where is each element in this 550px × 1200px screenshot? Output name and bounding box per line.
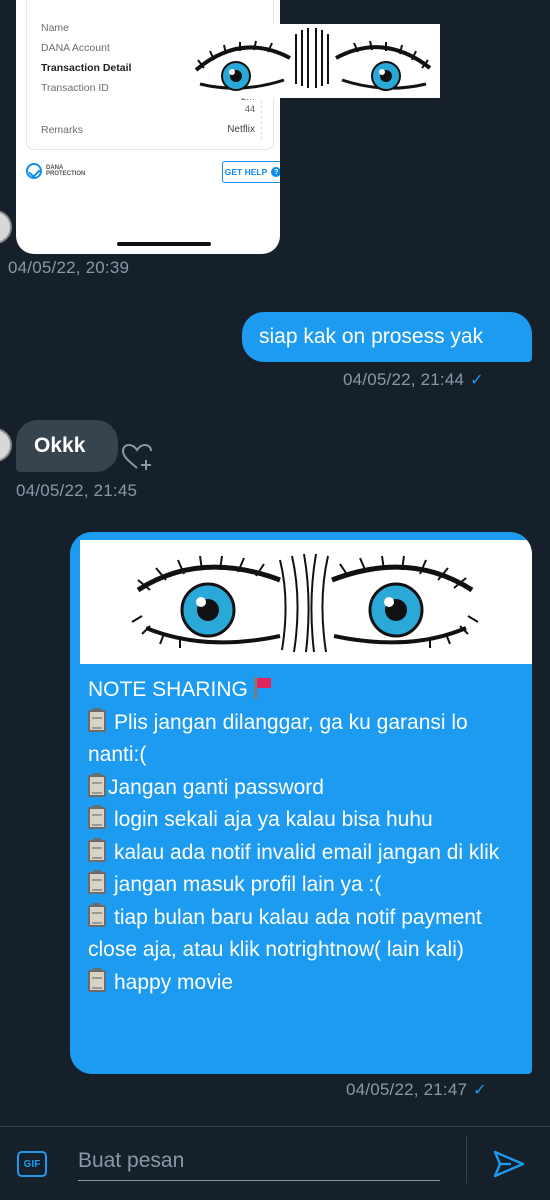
- receipt-edge: [261, 100, 269, 140]
- note-item: login sekali aja ya kalau bisa huhu: [88, 804, 520, 837]
- note-item-text: login sekali aja ya kalau bisa huhu: [114, 808, 433, 831]
- divider: [466, 1135, 467, 1183]
- get-help-button: GET HELP ?: [222, 161, 280, 183]
- gif-button[interactable]: GIF: [17, 1151, 47, 1177]
- message-bubble-note[interactable]: NOTE SHARING Plis jangan dilanggar, ga k…: [70, 532, 532, 1074]
- note-item: Jangan ganti password: [88, 772, 520, 805]
- eyes-sticker-small: [186, 24, 440, 98]
- receipt-transaction-detail-label: Transaction Detail: [41, 62, 132, 74]
- gif-label: GIF: [23, 1158, 41, 1170]
- clipboard-icon: [88, 870, 106, 894]
- note-item-text: kalau ada notif invalid email jangan di …: [114, 840, 500, 864]
- note-item-text: tiap bulan baru kalau ada notif payment …: [88, 905, 482, 962]
- read-check-icon: ✓: [473, 1082, 487, 1099]
- note-item: jangan masuk profil lain ya :(: [88, 869, 520, 902]
- note-text: NOTE SHARING Plis jangan dilanggar, ga k…: [88, 674, 520, 999]
- receipt-name-label: Name: [41, 22, 70, 34]
- note-item: kalau ada notif invalid email jangan di …: [88, 837, 520, 870]
- clipboard-icon: [88, 772, 106, 797]
- timestamp: 04/05/22, 21:44: [343, 370, 465, 389]
- note-item-text: Plis jangan dilanggar, ga ku garansi lo …: [88, 710, 468, 767]
- send-icon: [493, 1150, 525, 1178]
- red-flag-icon: [253, 677, 272, 699]
- note-item: tiap bulan baru kalau ada notif payment …: [88, 902, 520, 967]
- clipboard-icon: [88, 902, 106, 927]
- clipboard-icon: [88, 805, 106, 829]
- read-check-icon: ✓: [470, 372, 484, 389]
- message-input[interactable]: [78, 1141, 440, 1181]
- message-bubble-outgoing[interactable]: siap kak on prosess yak: [242, 312, 532, 362]
- shield-check-icon: [26, 163, 42, 179]
- clipboard-icon: [88, 967, 106, 992]
- eyes-sticker-large: [80, 540, 532, 664]
- avatar[interactable]: [0, 210, 12, 244]
- note-title: NOTE SHARING: [88, 678, 248, 701]
- receipt-dana-account-label: DANA Account: [41, 42, 110, 54]
- receipt-transaction-id-value-2: 44: [244, 104, 255, 114]
- timestamp: 04/05/22, 21:47: [346, 1080, 468, 1099]
- dana-protection-line2: PROTECTION: [46, 171, 86, 177]
- avatar[interactable]: [0, 428, 12, 462]
- note-item: Plis jangan dilanggar, ga ku garansi lo …: [88, 707, 520, 772]
- message-text: siap kak on prosess yak: [259, 325, 484, 348]
- note-item: happy movie: [88, 967, 520, 1000]
- timestamp-row: 04/05/22, 21:47 ✓: [346, 1080, 487, 1100]
- dana-protection-line1: DANA: [46, 164, 64, 171]
- react-heart-add-icon[interactable]: [120, 442, 156, 472]
- receipt-remarks-label: Remarks: [41, 124, 84, 136]
- receipt-transaction-id-label: Transaction ID: [41, 82, 109, 94]
- message-composer: GIF: [0, 1126, 550, 1200]
- receipt-remarks-value: Netflix: [227, 124, 255, 135]
- dana-protection-logo: DANA PROTECTION: [26, 163, 85, 179]
- clipboard-icon: [88, 837, 106, 862]
- note-item-text: happy movie: [114, 970, 234, 994]
- note-title-line: NOTE SHARING: [88, 674, 520, 707]
- timestamp: 04/05/22, 20:39: [8, 258, 130, 277]
- message-bubble-incoming[interactable]: Okkk: [16, 420, 118, 472]
- timestamp: 04/05/22, 21:45: [16, 481, 138, 500]
- note-item-text: jangan masuk profil lain ya :(: [114, 873, 382, 896]
- help-icon: ?: [271, 167, 280, 177]
- timestamp-row: 04/05/22, 21:44 ✓: [343, 370, 484, 390]
- message-text: Okkk: [34, 434, 86, 457]
- clipboard-icon: [88, 707, 106, 732]
- send-button[interactable]: [493, 1149, 525, 1179]
- home-indicator: [117, 242, 211, 246]
- get-help-label: GET HELP: [224, 167, 268, 177]
- note-item-text: Jangan ganti password: [108, 775, 324, 799]
